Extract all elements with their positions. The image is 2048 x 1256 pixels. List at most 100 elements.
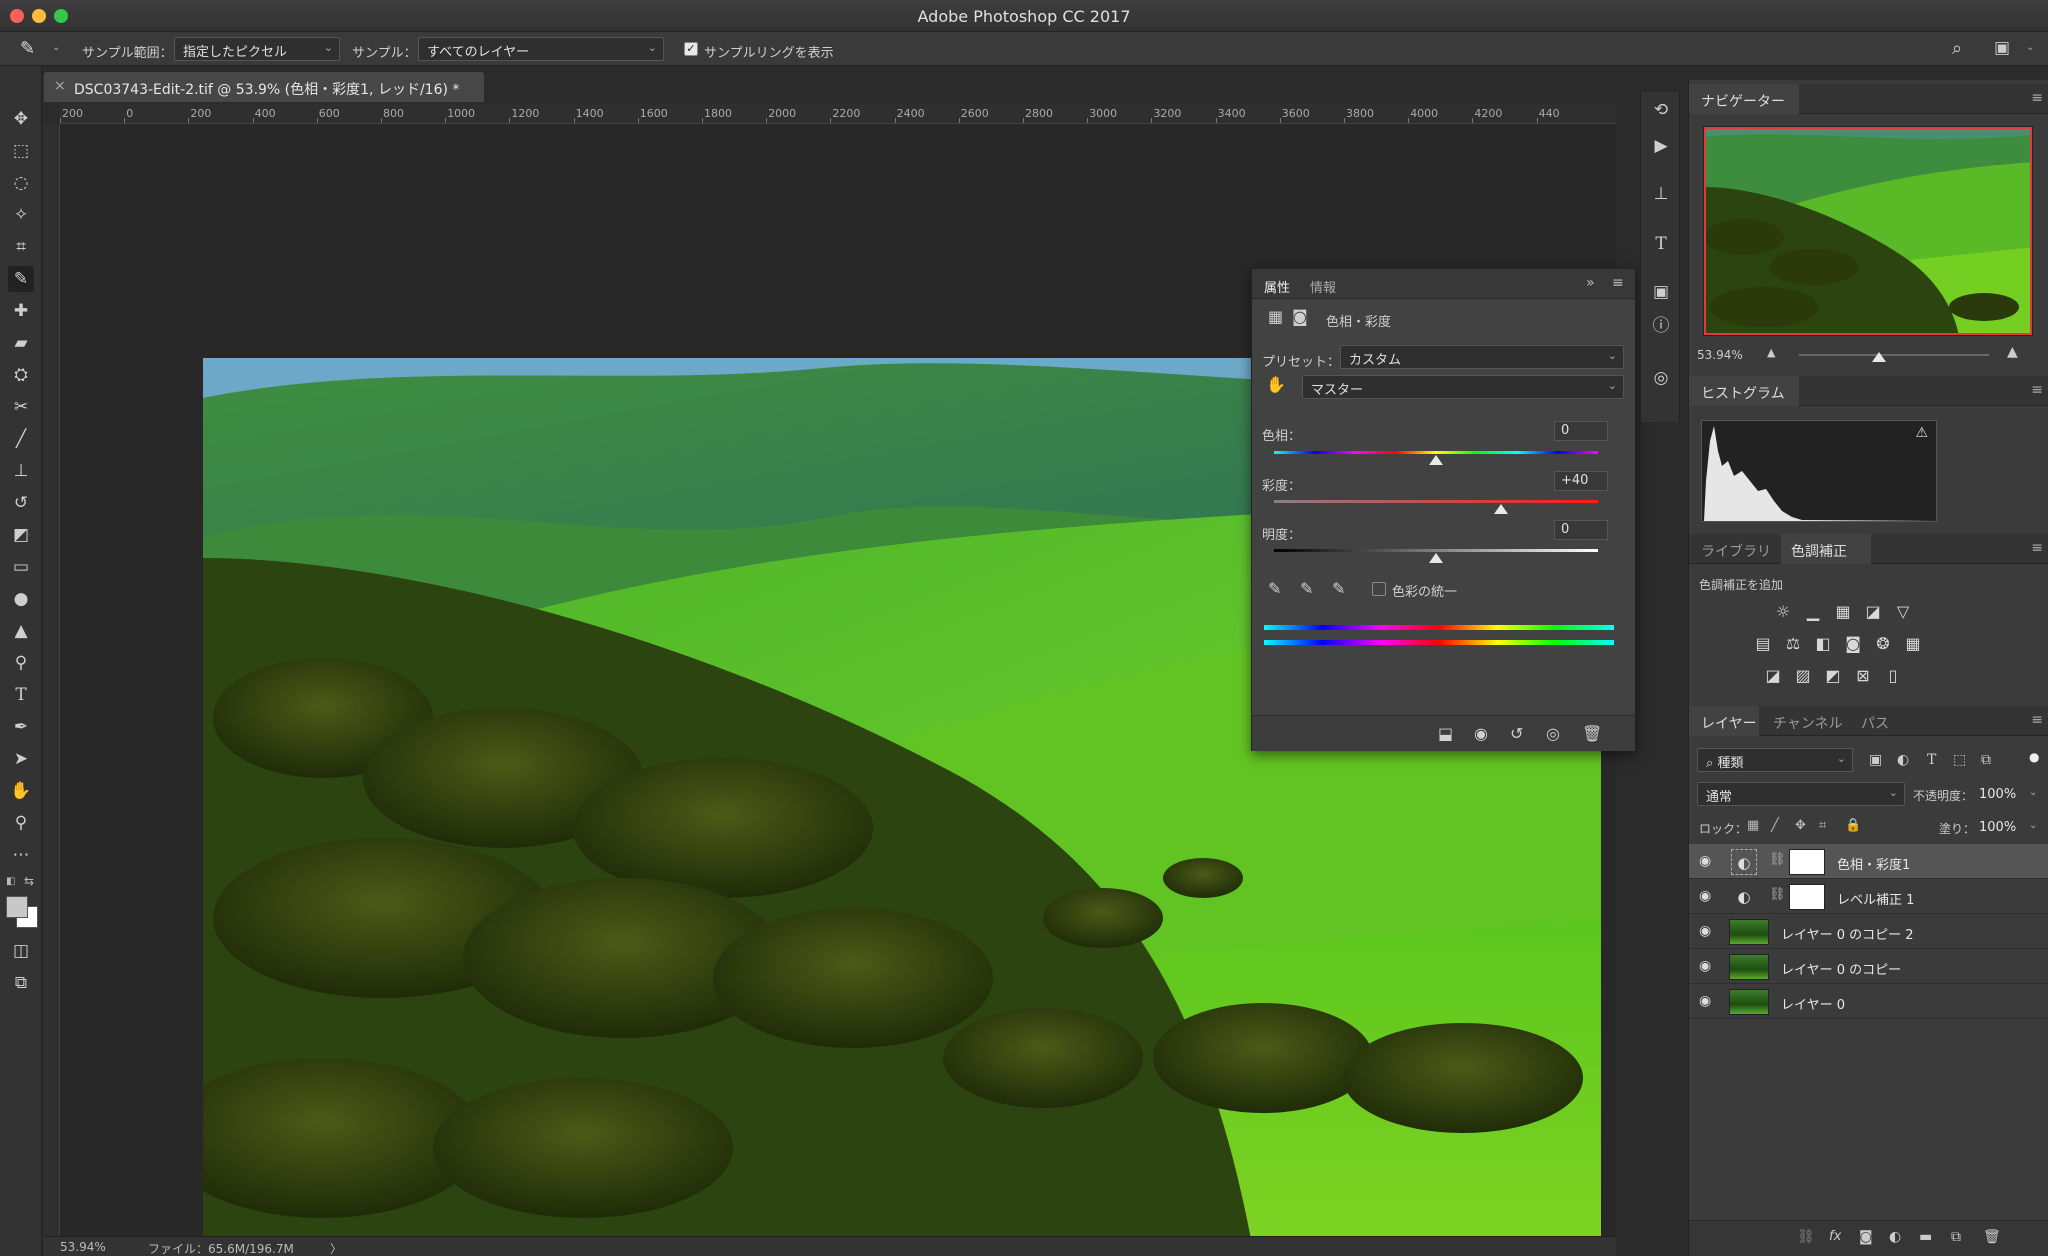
blur-tool-icon[interactable]: ● bbox=[8, 586, 34, 612]
chevron-down-icon[interactable]: ⌄ bbox=[2029, 820, 2037, 831]
lightness-slider-thumb[interactable] bbox=[1429, 553, 1443, 563]
saturation-value-field[interactable]: +40 bbox=[1554, 471, 1608, 491]
layer-mask-thumbnail[interactable] bbox=[1789, 849, 1825, 875]
panel-menu-icon[interactable]: ≡ bbox=[2031, 712, 2043, 728]
layer-row[interactable]: ◉ ◐ ⛓ 色相・彩度1 bbox=[1689, 844, 2048, 879]
history-brush-tool-icon[interactable]: ↺ bbox=[8, 490, 34, 516]
collapse-panel-icon[interactable]: » bbox=[1586, 275, 1595, 291]
lock-position-icon[interactable]: ✥ bbox=[1795, 818, 1806, 833]
chevron-down-icon[interactable]: ⌄ bbox=[2029, 787, 2037, 798]
crop-tool-icon[interactable]: ⌗ bbox=[8, 234, 34, 260]
actions-play-icon[interactable]: ▶ bbox=[1649, 134, 1673, 158]
lock-image-icon[interactable]: ╱ bbox=[1771, 818, 1779, 833]
foreground-color-swatch[interactable] bbox=[6, 896, 28, 918]
zoom-tool-icon[interactable]: ⚲ bbox=[8, 810, 34, 836]
navigator-zoom-slider[interactable] bbox=[1799, 354, 1989, 356]
gradient-tool-icon[interactable]: ▭ bbox=[8, 554, 34, 580]
eyedropper-preset-icon[interactable]: ✎ bbox=[20, 38, 35, 59]
close-icon[interactable]: × bbox=[54, 78, 66, 94]
visibility-eye-icon[interactable]: ◉ bbox=[1699, 958, 1711, 974]
adjustment-layer-icon[interactable]: ▦ bbox=[1268, 307, 1283, 326]
move-tool-icon[interactable]: ✥ bbox=[8, 106, 34, 132]
photo-filter-icon[interactable]: ◙ bbox=[1843, 634, 1863, 654]
warning-icon[interactable]: ⚠ bbox=[1915, 425, 1928, 441]
lightness-slider-track[interactable] bbox=[1274, 549, 1598, 552]
link-chain-icon[interactable]: ⛓ bbox=[1769, 852, 1786, 867]
colorize-checkbox[interactable] bbox=[1372, 582, 1386, 596]
chevron-down-icon[interactable]: ⌄ bbox=[52, 42, 60, 53]
stamp-pattern-tool-icon[interactable]: ⛭ bbox=[8, 362, 34, 388]
tab-adjustments[interactable]: 色調補正 bbox=[1791, 541, 1847, 561]
filter-pixel-icon[interactable]: ▣ bbox=[1869, 752, 1882, 768]
tab-libraries[interactable]: ライブラリ bbox=[1701, 541, 1771, 561]
posterize-icon[interactable]: ▨ bbox=[1793, 666, 1813, 686]
visibility-eye-icon[interactable]: ◉ bbox=[1699, 993, 1711, 1009]
trash-icon[interactable]: 🗑 bbox=[1582, 724, 1602, 743]
dodge-tool-icon[interactable]: ⚲ bbox=[8, 650, 34, 676]
zoom-out-icon[interactable]: ▲ bbox=[1767, 346, 1775, 359]
panel-menu-icon[interactable]: ≡ bbox=[2031, 540, 2043, 556]
new-layer-icon[interactable]: ⧉ bbox=[1951, 1229, 1961, 1245]
navigator-zoom-thumb[interactable] bbox=[1871, 352, 1886, 362]
hue-slider-thumb[interactable] bbox=[1429, 455, 1443, 465]
tab-layers[interactable]: レイヤー bbox=[1701, 713, 1757, 733]
eyedropper-minus-icon[interactable]: ✎ bbox=[1332, 579, 1345, 598]
clip-to-layer-icon[interactable]: ⬓ bbox=[1438, 724, 1453, 743]
layer-filter-select[interactable]: ⌕ 種類 ⌄ bbox=[1697, 748, 1853, 772]
layer-name[interactable]: レベル補正 1 bbox=[1837, 889, 1914, 908]
clone-stamp-tool-icon[interactable]: ⊥ bbox=[8, 458, 34, 484]
mask-icon[interactable]: ◙ bbox=[1292, 307, 1308, 326]
filter-adjustment-icon[interactable]: ◐ bbox=[1897, 752, 1909, 768]
quick-select-tool-icon[interactable]: ✧ bbox=[8, 202, 34, 228]
navigator-view-frame[interactable] bbox=[1704, 127, 2032, 335]
default-colors-icon[interactable]: ◧ bbox=[6, 876, 20, 887]
invert-icon[interactable]: ◪ bbox=[1763, 666, 1783, 686]
panel-menu-icon[interactable]: ≡ bbox=[1612, 275, 1624, 291]
exposure-icon[interactable]: ◪ bbox=[1863, 602, 1883, 622]
threshold-icon[interactable]: ◩ bbox=[1823, 666, 1843, 686]
visibility-eye-icon[interactable]: ◉ bbox=[1699, 853, 1711, 869]
document-tab[interactable]: × DSC03743-Edit-2.tif @ 53.9% (色相・彩度1, レ… bbox=[44, 72, 484, 102]
brightness-icon[interactable]: ☼ bbox=[1773, 602, 1793, 622]
color-balance-icon[interactable]: ⚖ bbox=[1783, 634, 1803, 654]
quick-mask-icon[interactable]: ◫ bbox=[8, 938, 34, 964]
brush-tool-icon[interactable]: ╱ bbox=[8, 426, 34, 452]
opacity-value[interactable]: 100% bbox=[1979, 787, 2016, 802]
preset-select[interactable]: カスタム ⌄ bbox=[1340, 345, 1624, 369]
layer-name[interactable]: レイヤー 0 のコピー bbox=[1781, 959, 1901, 978]
add-mask-icon[interactable]: ◙ bbox=[1859, 1229, 1873, 1245]
screen-mode-icon[interactable]: ⧉ bbox=[8, 970, 34, 996]
panel-menu-icon[interactable]: ≡ bbox=[2031, 90, 2043, 106]
lightness-value-field[interactable]: 0 bbox=[1554, 520, 1608, 540]
panel-menu-icon[interactable]: ≡ bbox=[2031, 382, 2043, 398]
horizontal-ruler[interactable]: 200 0 200 400 600 800 1000 1200 1400 1600 1800 2000… bbox=[60, 104, 1616, 124]
lock-artboard-icon[interactable]: ⌗ bbox=[1819, 818, 1826, 833]
view-previous-icon[interactable]: ◉ bbox=[1474, 724, 1488, 743]
filter-shape-icon[interactable]: ⬚ bbox=[1953, 752, 1966, 768]
fx-icon[interactable]: fx bbox=[1829, 1229, 1841, 1244]
vibrance-icon[interactable]: ▽ bbox=[1893, 602, 1913, 622]
eyedropper-icon[interactable]: ✎ bbox=[1268, 579, 1281, 598]
layer-thumbnail[interactable] bbox=[1729, 919, 1769, 945]
lock-transparent-icon[interactable]: ▦ bbox=[1747, 818, 1759, 833]
show-sampling-ring-checkbox[interactable]: ✓ bbox=[684, 42, 698, 56]
workspace-icon[interactable]: ▣ bbox=[1994, 38, 2010, 58]
layer-row[interactable]: ◉ レイヤー 0 bbox=[1689, 984, 2048, 1019]
zoom-in-icon[interactable]: ▲ bbox=[2007, 344, 2018, 360]
layer-thumbnail[interactable] bbox=[1729, 989, 1769, 1015]
fill-value[interactable]: 100% bbox=[1979, 820, 2016, 835]
info-icon[interactable]: ⓘ bbox=[1649, 314, 1673, 338]
gradient-map-icon[interactable]: ▯ bbox=[1883, 666, 1903, 686]
layer-name[interactable]: 色相・彩度1 bbox=[1837, 854, 1910, 873]
selective-color-icon[interactable]: ⊠ bbox=[1853, 666, 1873, 686]
libraries-icon[interactable]: ▣ bbox=[1649, 280, 1673, 304]
lock-all-icon[interactable]: 🔒 bbox=[1845, 818, 1861, 833]
filter-toggle-icon[interactable]: ● bbox=[2029, 750, 2039, 764]
scissors-tool-icon[interactable]: ✂ bbox=[8, 394, 34, 420]
more-tools-icon[interactable]: ⋯ bbox=[8, 842, 34, 868]
layer-row[interactable]: ◉ ◐ ⛓ レベル補正 1 bbox=[1689, 879, 2048, 914]
sample-select[interactable]: すべてのレイヤー ⌄ bbox=[418, 37, 664, 61]
navigator-title[interactable]: ナビゲーター bbox=[1701, 91, 1785, 111]
bandage-tool-icon[interactable]: ▰ bbox=[8, 330, 34, 356]
visibility-eye-icon[interactable]: ◉ bbox=[1699, 923, 1711, 939]
